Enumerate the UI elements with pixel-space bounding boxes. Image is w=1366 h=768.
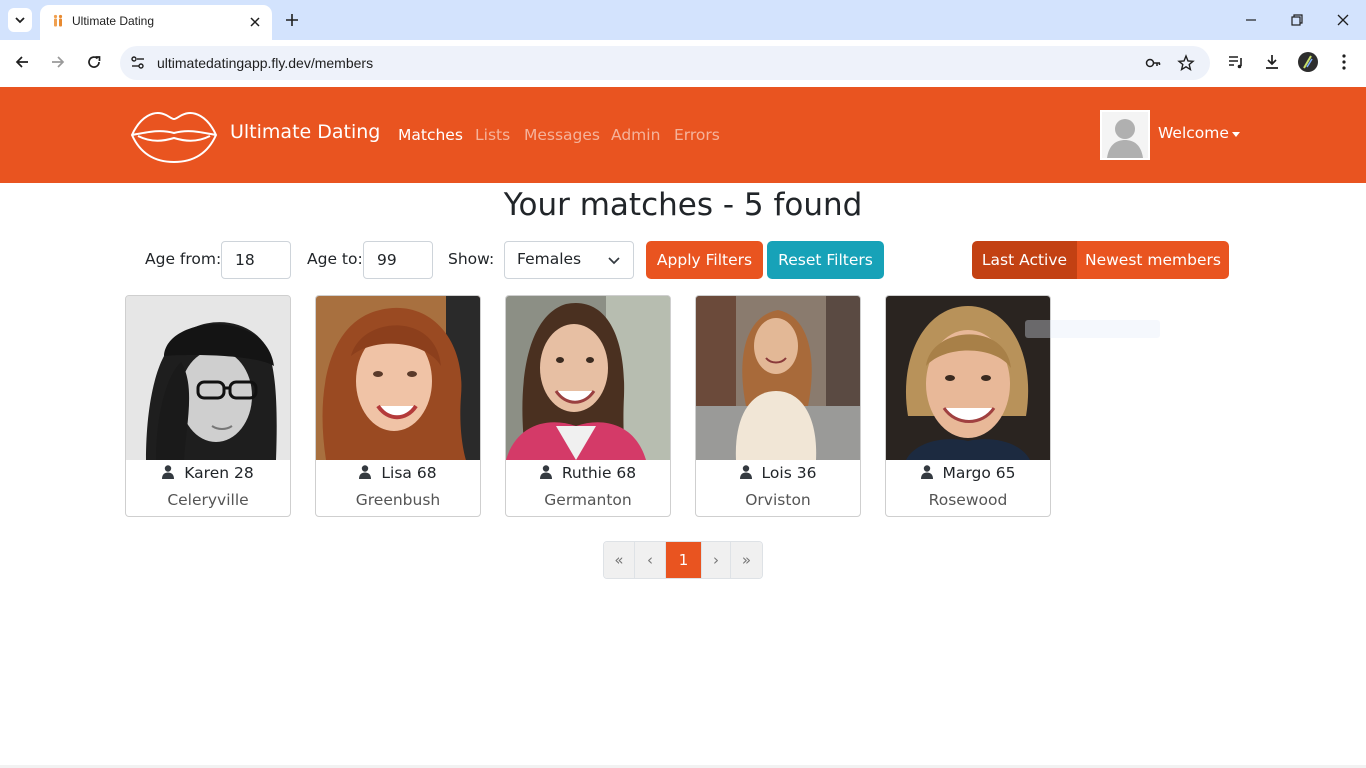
member-photo[interactable] (696, 296, 860, 460)
age-from-label: Age from: (145, 250, 222, 268)
nav-link-admin[interactable]: Admin (611, 126, 660, 144)
user-avatar[interactable] (1100, 110, 1150, 160)
reload-icon[interactable] (84, 52, 104, 72)
member-name: Margo 65 (886, 464, 1050, 482)
member-card[interactable]: Lois 36 Orviston (695, 295, 861, 517)
sort-last-active-button[interactable]: Last Active (972, 241, 1077, 279)
page-next-button[interactable]: › (702, 542, 731, 578)
member-card[interactable]: Karen 28 Celeryville (125, 295, 291, 517)
member-city: Celeryville (167, 491, 249, 509)
forward-arrow-icon[interactable] (48, 52, 68, 72)
url-text: ultimatedatingapp.fly.dev/members (157, 55, 374, 71)
member-city: Rosewood (928, 491, 1008, 509)
member-city: Orviston (745, 491, 811, 509)
bookmark-star-icon[interactable] (1177, 54, 1195, 72)
pagination: « ‹ 1 › » (603, 541, 763, 579)
site-settings-icon[interactable] (129, 54, 147, 72)
user-icon (162, 465, 175, 479)
member-photo[interactable] (506, 296, 670, 460)
page-last-button[interactable]: » (731, 542, 762, 578)
show-label: Show: (448, 250, 495, 268)
member-card[interactable]: Lisa 68 Greenbush (315, 295, 481, 517)
user-icon (920, 465, 933, 479)
member-name-text: Lisa 68 (381, 464, 437, 482)
sort-button-group: Last Active Newest members (972, 241, 1229, 279)
member-card[interactable]: Ruthie 68 Germanton (505, 295, 671, 517)
member-name: Lois 36 (696, 464, 860, 482)
welcome-dropdown[interactable]: Welcome (1158, 124, 1229, 142)
browser-menu-icon[interactable] (1334, 52, 1354, 72)
faint-overlay (1025, 320, 1160, 338)
user-icon (539, 465, 552, 479)
profile-avatar-icon[interactable] (1298, 52, 1318, 72)
age-to-input[interactable]: 99 (363, 241, 433, 279)
page-current-button[interactable]: 1 (666, 542, 702, 578)
gender-select-value: Females (517, 250, 582, 268)
download-icon[interactable] (1262, 52, 1282, 72)
back-arrow-icon[interactable] (12, 52, 32, 72)
member-name-text: Margo 65 (942, 464, 1016, 482)
user-icon (359, 465, 372, 479)
nav-link-errors[interactable]: Errors (674, 126, 720, 144)
address-bar[interactable]: ultimatedatingapp.fly.dev/members (120, 46, 1210, 80)
member-name-text: Lois 36 (761, 464, 817, 482)
page-title: Your matches - 5 found (503, 187, 863, 223)
window-close-icon[interactable] (1333, 10, 1353, 30)
member-name: Karen 28 (126, 464, 290, 482)
nav-link-messages[interactable]: Messages (524, 126, 600, 144)
restore-icon[interactable] (1287, 10, 1307, 30)
member-name-text: Karen 28 (184, 464, 254, 482)
browser-tabstrip: Ultimate Dating (0, 0, 1366, 40)
user-icon (739, 465, 752, 479)
member-city: Germanton (544, 491, 632, 509)
brand-title[interactable]: Ultimate Dating (230, 121, 380, 143)
key-icon[interactable] (1144, 54, 1162, 72)
tab-title: Ultimate Dating (72, 14, 155, 28)
media-controls-icon[interactable] (1226, 52, 1246, 72)
member-name: Lisa 68 (316, 464, 480, 482)
member-city: Greenbush (355, 491, 441, 509)
member-photo[interactable] (316, 296, 480, 460)
new-tab-plus-icon[interactable] (282, 10, 302, 30)
couple-favicon-icon (53, 14, 63, 27)
app-navbar: Ultimate Dating Matches Lists Messages A… (0, 87, 1366, 183)
page-prev-button[interactable]: ‹ (635, 542, 666, 578)
member-name-text: Ruthie 68 (561, 464, 637, 482)
lips-logo-icon[interactable] (130, 105, 218, 165)
chevron-down-icon (15, 17, 25, 24)
member-name: Ruthie 68 (506, 464, 670, 482)
minimize-icon[interactable] (1241, 10, 1261, 30)
reset-filters-button[interactable]: Reset Filters (767, 241, 884, 279)
apply-filters-button[interactable]: Apply Filters (646, 241, 763, 279)
browser-tab[interactable]: Ultimate Dating (40, 5, 272, 40)
close-icon[interactable] (247, 14, 263, 30)
caret-down-icon[interactable] (1232, 132, 1240, 137)
age-from-input[interactable]: 18 (221, 241, 291, 279)
browser-toolbar: ultimatedatingapp.fly.dev/members (0, 40, 1366, 87)
sort-newest-members-button[interactable]: Newest members (1077, 241, 1229, 279)
gender-select[interactable]: Females (504, 241, 634, 279)
nav-link-matches[interactable]: Matches (398, 126, 463, 144)
member-photo[interactable] (126, 296, 290, 460)
chevron-down-icon (608, 257, 620, 265)
age-to-label: Age to: (307, 250, 363, 268)
page-first-button[interactable]: « (604, 542, 635, 578)
tab-search-button[interactable] (8, 8, 32, 32)
nav-link-lists[interactable]: Lists (475, 126, 510, 144)
